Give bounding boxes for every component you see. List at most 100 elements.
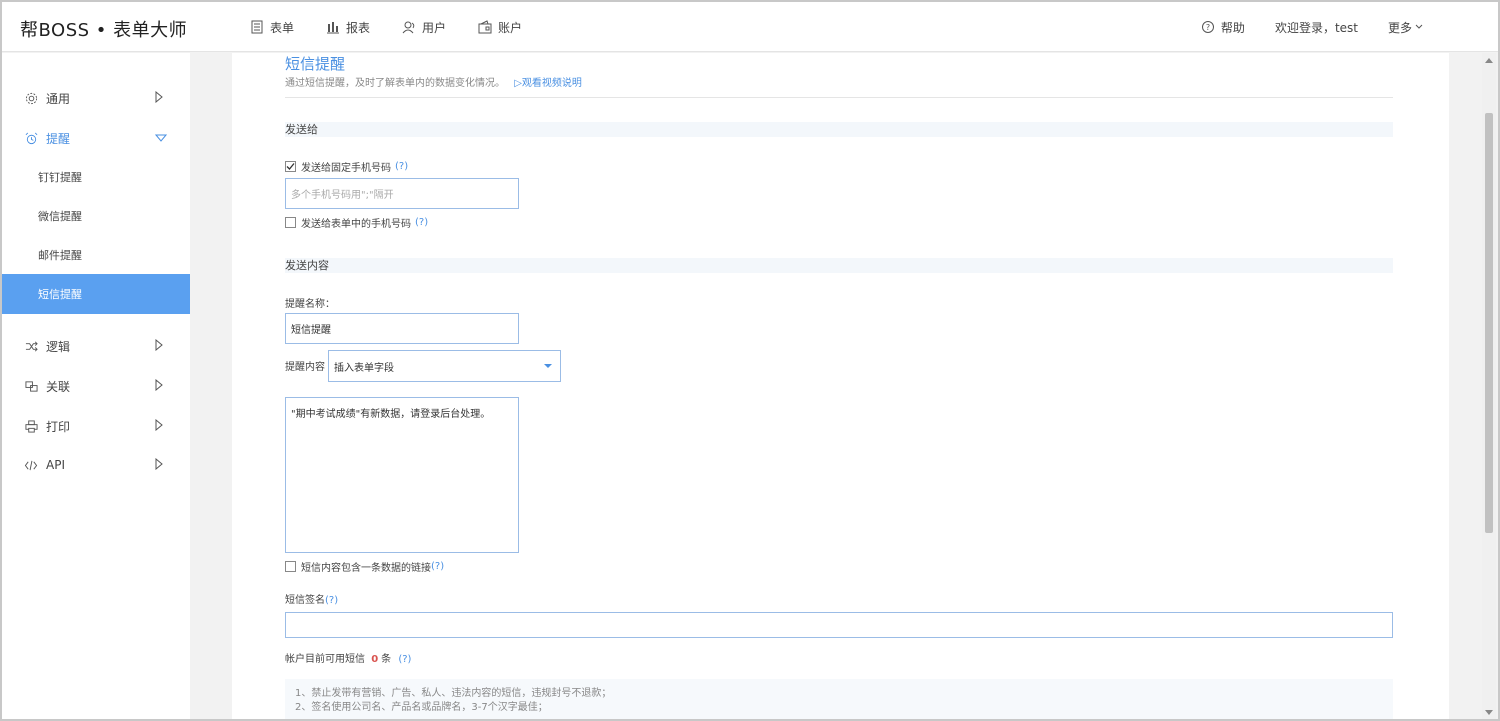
nav-form[interactable]: 表单 (250, 19, 294, 36)
help-icon: ? (1201, 21, 1214, 33)
sidebar-item-label: 提醒 (46, 131, 71, 146)
divider (285, 97, 1393, 98)
more-menu[interactable]: 更多 (1388, 19, 1424, 36)
balance-suffix: 条 (381, 654, 392, 665)
wallet-icon (478, 20, 492, 34)
section-content: 发送内容 (285, 258, 1393, 273)
scroll-down-icon[interactable] (1485, 710, 1493, 715)
sidebar-item-api[interactable]: API (2, 445, 190, 485)
sidebar-sub-wechat[interactable]: 微信提醒 (2, 196, 190, 236)
reminder-name-label: 提醒名称： (285, 299, 335, 310)
reminder-name-input[interactable]: 短信提醒 (285, 313, 519, 344)
sidebar: 通用 提醒 钉钉提醒 微信提醒 邮件提醒 短信提醒 逻辑 关联 打印 API (2, 53, 190, 719)
page-title: 短信提醒 (285, 55, 346, 73)
sidebar-sub-sms[interactable]: 短信提醒 (2, 274, 190, 314)
message-textarea[interactable]: "期中考试成绩"有新数据，请登录后台处理。 (285, 397, 519, 553)
insert-field-value: 插入表单字段 (334, 362, 394, 374)
fixed-phone-checkbox[interactable] (285, 161, 296, 172)
page-description: 通过短信提醒，及时了解表单内的数据变化情况。 ▷观看视频说明 (285, 74, 582, 89)
right-nav: ? 帮助 欢迎登录，test 更多 (1171, 2, 1424, 52)
sidebar-sub-dingtalk[interactable]: 钉钉提醒 (2, 157, 190, 197)
printer-icon (24, 419, 38, 433)
help-mark[interactable]: (?) (415, 217, 428, 228)
sidebar-item-label: 打印 (46, 419, 71, 434)
fixed-phone-label: 发送给固定手机号码 (301, 163, 391, 174)
scroll-up-icon[interactable] (1485, 58, 1493, 63)
sidebar-item-label: 通用 (46, 91, 71, 106)
link-icon (24, 379, 38, 393)
nav-report[interactable]: 报表 (326, 19, 370, 36)
section-send-to: 发送给 (285, 122, 1393, 137)
balance-prefix: 帐户目前可用短信 (285, 654, 365, 665)
shuffle-icon (24, 339, 38, 353)
sidebar-item-link[interactable]: 关联 (2, 366, 190, 406)
main-nav: 表单 报表 用户 账户 (250, 2, 554, 52)
phone-number-input[interactable]: 多个手机号码用";"隔开 (285, 178, 519, 209)
nav-report-label: 报表 (346, 20, 371, 35)
main-content: 短信提醒 通过短信提醒，及时了解表单内的数据变化情况。 ▷观看视频说明 发送给 … (232, 53, 1449, 719)
notice-line: 2、签名使用公司名、产品名或品牌名，3-7个汉字最佳； (295, 702, 548, 713)
sidebar-item-reminder[interactable]: 提醒 (2, 118, 190, 158)
chart-icon (327, 22, 340, 34)
sidebar-item-label: 关联 (46, 379, 71, 394)
fixed-phone-option: 发送给固定手机号码 (?) (285, 159, 408, 174)
insert-field-select[interactable]: 插入表单字段 (328, 350, 561, 382)
help-link[interactable]: ? 帮助 (1201, 19, 1245, 36)
sidebar-item-print[interactable]: 打印 (2, 406, 190, 446)
scrollbar-thumb[interactable] (1485, 113, 1493, 533)
reminder-content-label: 提醒内容 (285, 362, 325, 373)
help-label: 帮助 (1220, 20, 1245, 35)
include-link-option: 短信内容包含一条数据的链接 (?) (285, 559, 444, 574)
gear-icon (24, 91, 38, 105)
user-icon (402, 21, 415, 34)
signature-label-row: 短信签名(?) (285, 591, 338, 606)
sidebar-item-label: 逻辑 (46, 339, 71, 354)
form-icon (251, 20, 263, 34)
chevron-down-icon (1415, 24, 1423, 29)
nav-user[interactable]: 用户 (402, 19, 446, 36)
description-text: 通过短信提醒，及时了解表单内的数据变化情况。 (285, 78, 505, 89)
form-phone-label: 发送给表单中的手机号码 (301, 219, 411, 230)
nav-account[interactable]: 账户 (478, 19, 522, 36)
welcome-text: 欢迎登录，test (1274, 20, 1358, 35)
chevron-down-icon (544, 364, 552, 368)
caret-right-icon (155, 91, 163, 103)
more-label: 更多 (1387, 20, 1412, 35)
help-mark[interactable]: (?) (395, 161, 408, 172)
caret-right-icon (155, 458, 163, 470)
app-window: 帮BOSS • 表单大师 表单 报表 用户 账户 ? 帮助 欢迎登录，test … (0, 0, 1500, 721)
sidebar-item-general[interactable]: 通用 (2, 78, 190, 118)
caret-right-icon (155, 419, 163, 431)
balance-row: 帐户目前可用短信 0条 (?) (285, 650, 411, 665)
help-mark[interactable]: (?) (398, 654, 411, 665)
code-icon (24, 458, 38, 472)
notice-box: 1、禁止发带有营销、广告、私人、违法内容的短信，违规封号不退款； 2、签名使用公… (285, 679, 1393, 719)
video-link-label: 观看视频说明 (521, 78, 582, 89)
signature-input[interactable] (285, 612, 1393, 638)
nav-user-label: 用户 (422, 20, 447, 35)
help-mark[interactable]: (?) (325, 595, 338, 606)
play-icon: ▷ (514, 78, 522, 89)
logo: 帮BOSS • 表单大师 (20, 20, 188, 41)
caret-right-icon (155, 339, 163, 351)
help-mark[interactable]: (?) (431, 561, 444, 572)
sidebar-sub-email[interactable]: 邮件提醒 (2, 235, 190, 275)
signature-label: 短信签名 (285, 595, 325, 606)
form-phone-checkbox[interactable] (285, 217, 296, 228)
notice-line: 1、禁止发带有营销、广告、私人、违法内容的短信，违规封号不退款； (295, 688, 612, 699)
nav-form-label: 表单 (270, 20, 295, 35)
caret-down-icon (155, 134, 167, 142)
video-link[interactable]: ▷观看视频说明 (514, 78, 582, 89)
top-bar: 帮BOSS • 表单大师 表单 报表 用户 账户 ? 帮助 欢迎登录，test … (2, 2, 1498, 52)
nav-account-label: 账户 (498, 20, 523, 35)
sidebar-item-label: API (46, 458, 65, 472)
include-link-checkbox[interactable] (285, 561, 296, 572)
form-phone-option: 发送给表单中的手机号码 (?) (285, 215, 428, 230)
include-link-label: 短信内容包含一条数据的链接 (301, 563, 431, 574)
svg-text:?: ? (1206, 23, 1210, 32)
sidebar-item-logic[interactable]: 逻辑 (2, 326, 190, 366)
balance-count: 0 (371, 654, 379, 665)
alarm-icon (24, 131, 38, 145)
caret-right-icon (155, 379, 163, 391)
scrollbar[interactable] (1482, 53, 1496, 719)
